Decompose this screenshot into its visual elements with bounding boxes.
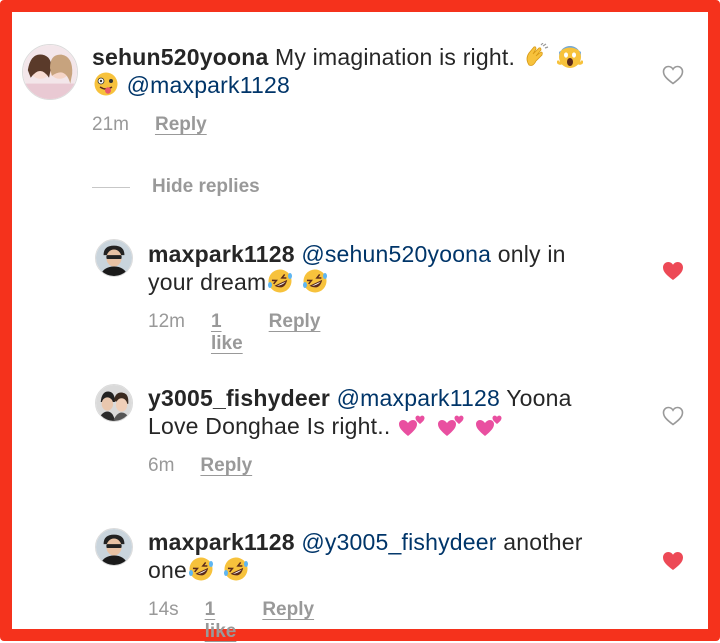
divider	[92, 186, 130, 188]
comment-meta: 6m Reply	[148, 455, 252, 477]
winking-tongue-face-icon	[94, 72, 118, 96]
comment-body: y3005_fishydeer @maxpark1128 Yoona Love …	[148, 384, 638, 440]
comment-meta: 14s 1 like Reply	[148, 599, 314, 643]
comment-meta: 21m Reply	[92, 114, 207, 136]
comment-text: only in	[491, 241, 566, 267]
comment-text: another	[496, 529, 583, 555]
rolling-laughing-face-icon	[223, 557, 248, 581]
avatar[interactable]	[95, 384, 133, 422]
heart-outline-icon[interactable]	[662, 406, 684, 426]
comment-meta: 12m 1 like Reply	[148, 311, 320, 355]
face-screaming-icon	[557, 46, 584, 68]
mention-link[interactable]: @maxpark1128	[337, 385, 500, 411]
timestamp: 12m	[148, 311, 185, 332]
avatar-photo-icon	[96, 385, 132, 421]
username[interactable]: maxpark1128	[148, 529, 295, 555]
rolling-laughing-face-icon	[302, 269, 327, 293]
heart-outline-icon[interactable]	[662, 65, 684, 85]
comment-thread: sehun520yoona My imagination is right. @…	[0, 0, 720, 643]
comment-text-line2: one	[148, 557, 187, 583]
username[interactable]: sehun520yoona	[92, 44, 268, 70]
comment-text: My imagination is right.	[275, 44, 516, 70]
avatar[interactable]	[95, 528, 133, 566]
heart-filled-icon[interactable]	[662, 551, 684, 571]
rolling-laughing-face-icon	[188, 557, 213, 581]
comment-text-line2: Love Donghae Is right..	[148, 413, 391, 439]
mention-link[interactable]: @maxpark1128	[127, 72, 290, 98]
comment-body: sehun520yoona My imagination is right. @…	[92, 43, 632, 99]
reply-button[interactable]: Reply	[262, 599, 314, 621]
reply-button[interactable]: Reply	[155, 114, 207, 136]
avatar[interactable]	[95, 239, 133, 277]
two-hearts-icon	[476, 415, 502, 436]
two-hearts-icon	[399, 415, 425, 436]
mention-link[interactable]: @y3005_fishydeer	[301, 529, 496, 555]
clapping-hands-icon	[526, 43, 548, 66]
avatar-photo-icon	[23, 45, 77, 99]
avatar[interactable]	[22, 44, 78, 100]
hide-replies-toggle[interactable]: Hide replies	[92, 176, 260, 198]
avatar-photo-icon	[96, 529, 132, 565]
comment-body: maxpark1128 @y3005_fishydeer another one	[148, 528, 638, 584]
reply-button[interactable]: Reply	[269, 311, 321, 333]
timestamp: 6m	[148, 455, 175, 476]
comment-body: maxpark1128 @sehun520yoona only in your …	[148, 240, 638, 296]
reply-button[interactable]: Reply	[200, 455, 252, 477]
comment-text: Yoona	[500, 385, 572, 411]
comment-text-line2: your dream	[148, 269, 267, 295]
two-hearts-icon	[437, 415, 464, 436]
avatar-photo-icon	[96, 240, 132, 276]
timestamp: 21m	[92, 114, 129, 135]
rolling-laughing-face-icon	[268, 269, 293, 293]
hide-replies-label: Hide replies	[152, 176, 260, 197]
timestamp: 14s	[148, 599, 179, 620]
username[interactable]: maxpark1128	[148, 241, 295, 267]
likes-link[interactable]: 1 like	[205, 599, 237, 643]
username[interactable]: y3005_fishydeer	[148, 385, 330, 411]
mention-link[interactable]: @sehun520yoona	[301, 241, 491, 267]
likes-link[interactable]: 1 like	[211, 311, 243, 355]
heart-filled-icon[interactable]	[662, 261, 684, 281]
